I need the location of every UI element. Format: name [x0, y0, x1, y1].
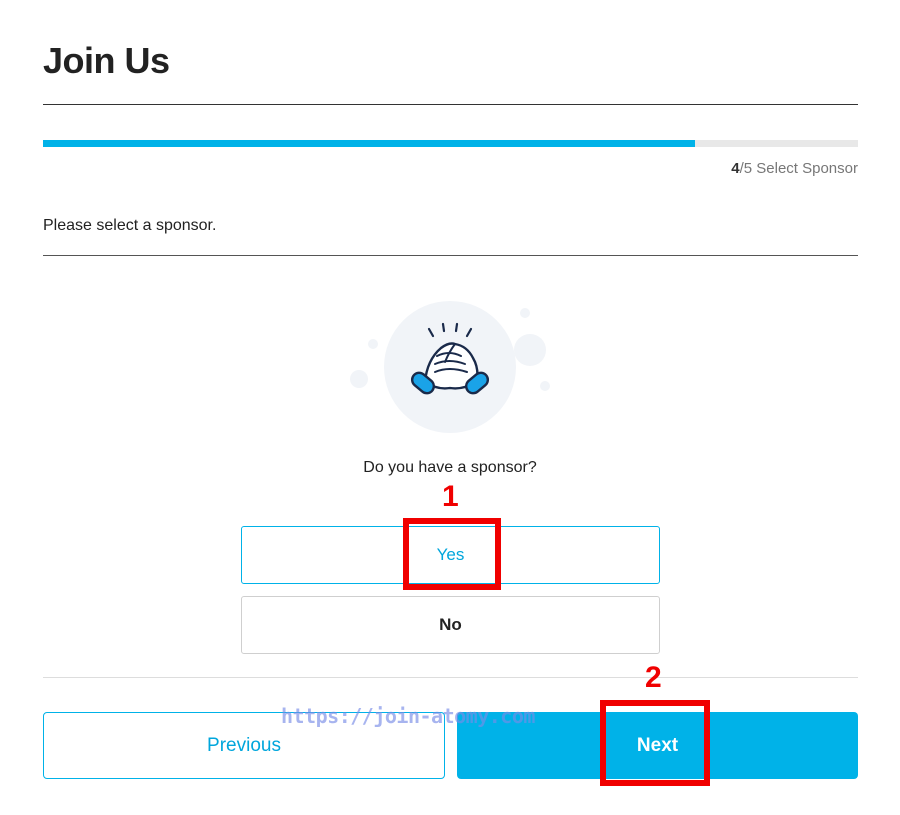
progress-bar [43, 140, 858, 147]
annotation-box-1 [403, 518, 501, 590]
step-indicator: 4/5 Select Sponsor [731, 160, 858, 177]
progress-bar-fill [43, 140, 695, 147]
handshake-icon [350, 301, 550, 433]
watermark-url: https://join-atomy.com [281, 704, 535, 728]
sponsor-prompt: Please select a sponsor. [43, 217, 217, 234]
step-total: /5 [739, 160, 753, 177]
page-title: Join Us [43, 40, 170, 81]
annotation-box-2 [600, 700, 710, 786]
sponsor-illustration [345, 300, 555, 440]
annotation-number-1: 1 [442, 480, 459, 513]
prompt-divider [43, 255, 858, 256]
sponsor-question: Do you have a sponsor? [363, 459, 537, 476]
no-option-button[interactable]: No [241, 596, 660, 654]
title-divider [43, 104, 858, 105]
step-current: 4 [731, 160, 740, 177]
footer-divider [43, 677, 858, 678]
annotation-number-2: 2 [645, 661, 662, 694]
step-label: Select Sponsor [752, 160, 858, 177]
